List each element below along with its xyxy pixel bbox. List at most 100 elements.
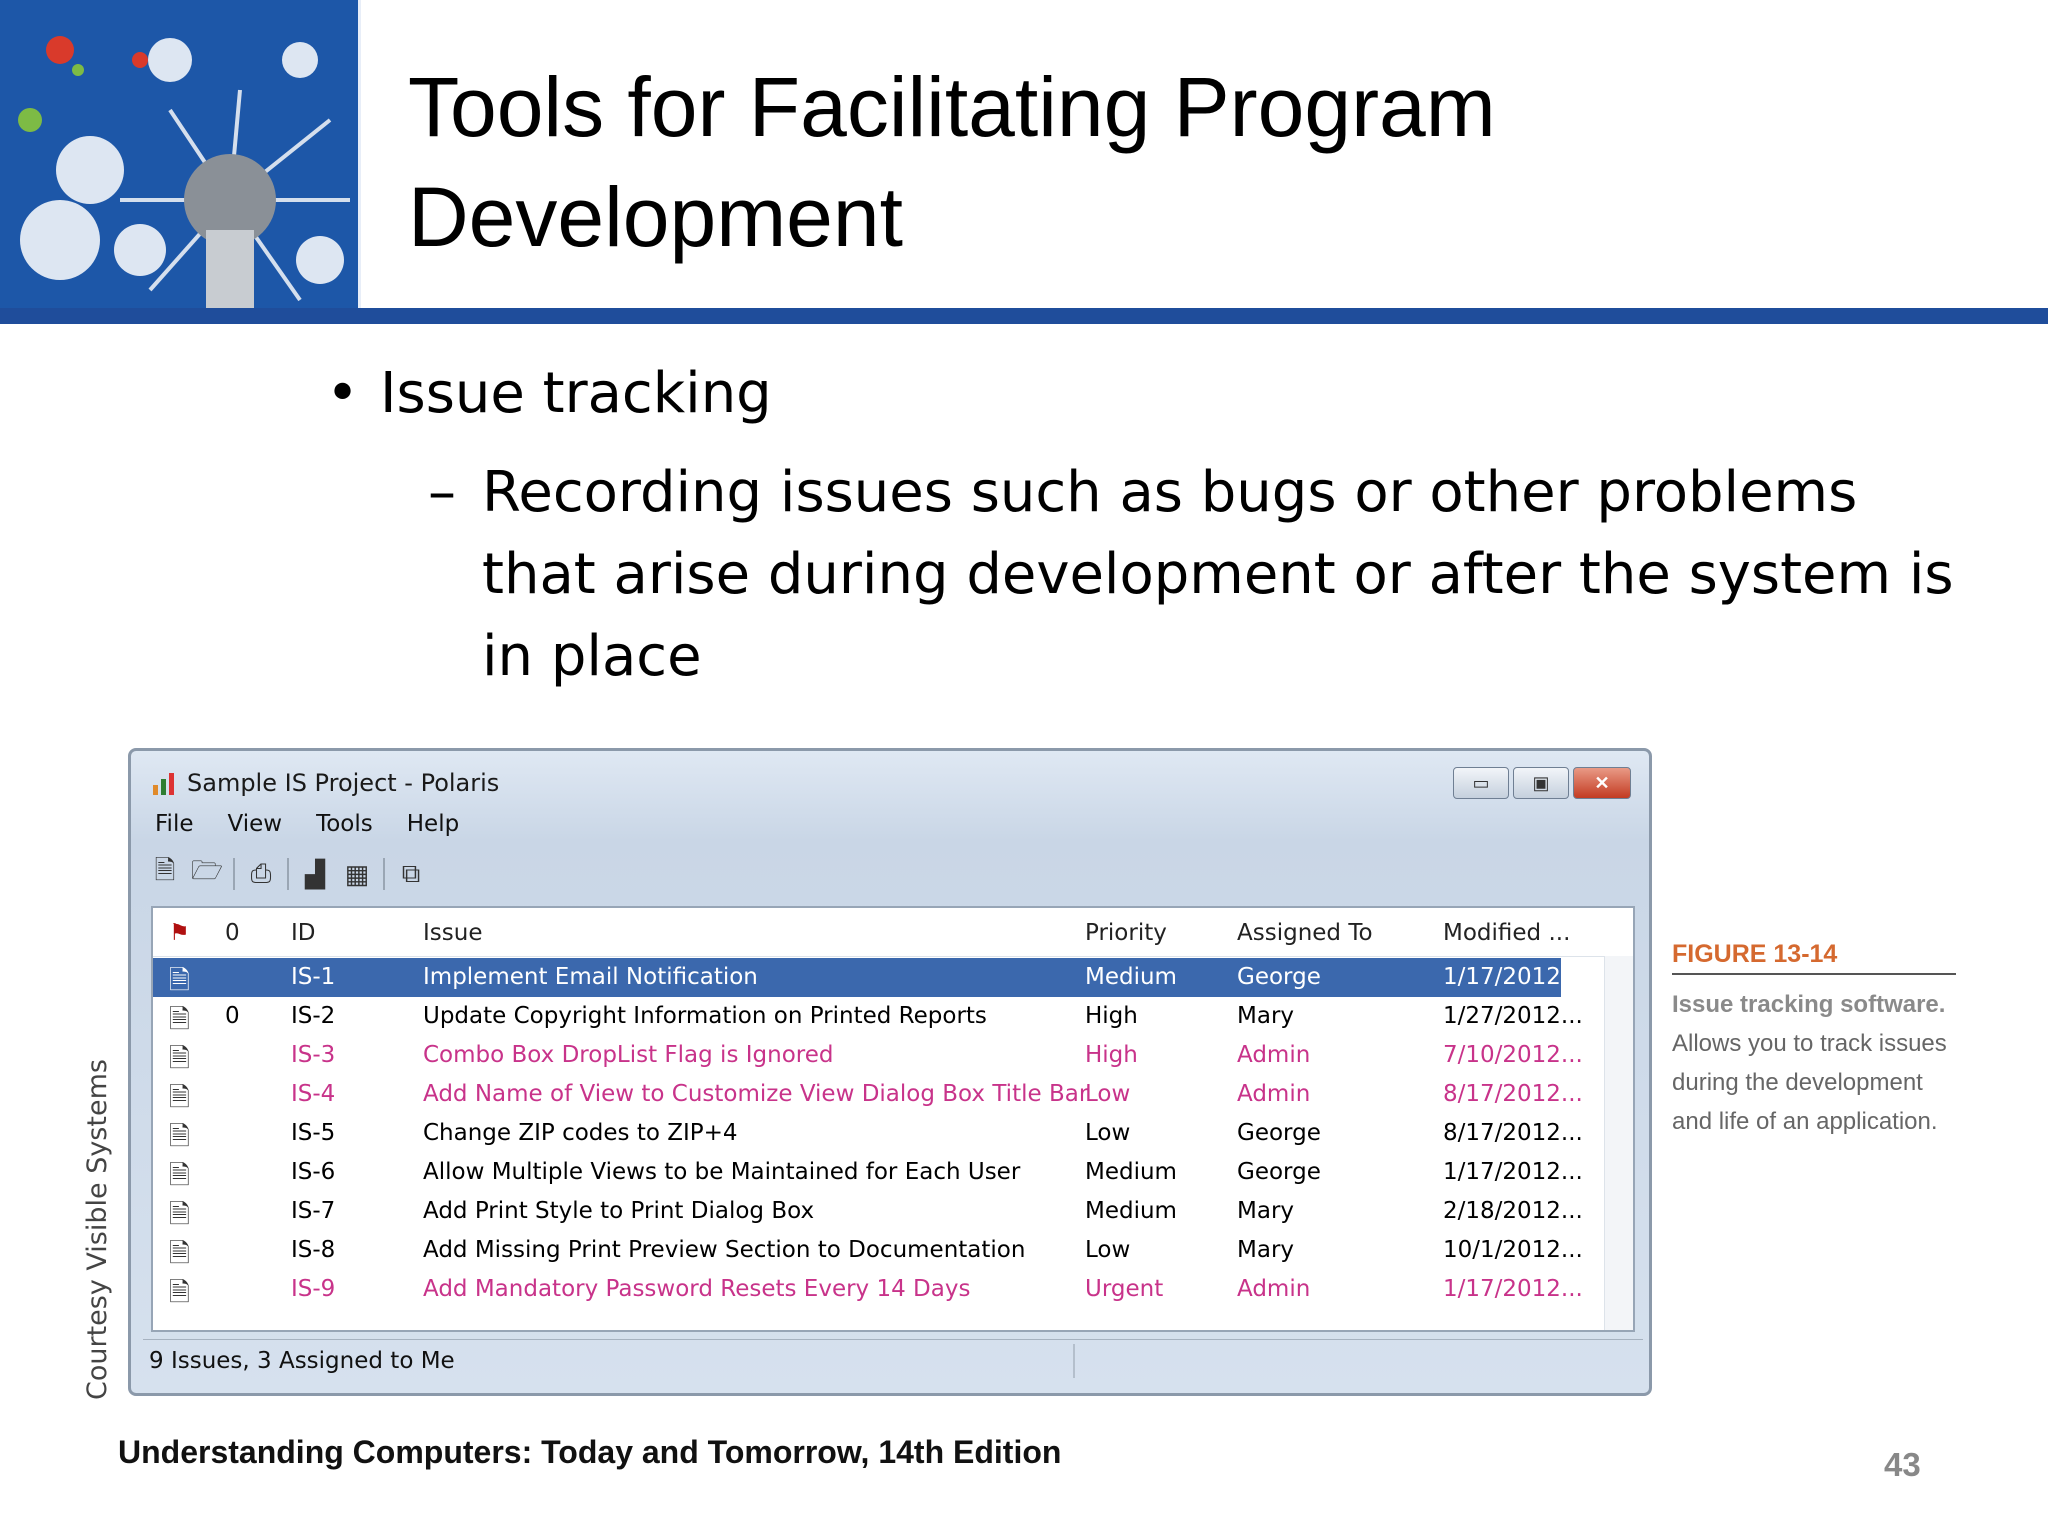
caption-bold: Issue tracking software. bbox=[1672, 991, 1946, 1018]
issue-cell-assigned: George bbox=[1237, 1159, 1321, 1185]
issue-cell-assigned: Mary bbox=[1237, 1237, 1295, 1263]
window-title: Sample IS Project - Polaris bbox=[187, 769, 500, 797]
bullet-item: • Issue tracking bbox=[326, 356, 772, 432]
issue-cell-issue: Combo Box DropList Flag is Ignored bbox=[423, 1042, 834, 1068]
table-row[interactable]: 🗎 IS-7 Add Print Style to Print Dialog Box… bbox=[153, 1192, 1633, 1231]
status-divider bbox=[1073, 1344, 1075, 1378]
issue-cell-assigned: Admin bbox=[1237, 1042, 1311, 1068]
caption-rest: Allows you to track issues during the de… bbox=[1672, 1030, 1947, 1135]
priority-column-header[interactable]: Priority bbox=[1085, 920, 1167, 946]
sub-bullet-item: – Recording issues such as bugs or other… bbox=[428, 452, 1968, 698]
status-bar: 9 Issues, 3 Assigned to Me bbox=[143, 1339, 1643, 1382]
issue-cell-modified: 8/17/2012... bbox=[1443, 1081, 1583, 1107]
issue-cell-priority: Urgent bbox=[1085, 1276, 1164, 1302]
attachment-column-header[interactable]: 0 bbox=[225, 920, 240, 946]
issue-cell-priority: Medium bbox=[1085, 1159, 1177, 1185]
issue-cell-issue: Add Name of View to Customize View Dialo… bbox=[423, 1081, 1089, 1107]
table-row[interactable]: 🗎 IS-9 Add Mandatory Password Resets Every… bbox=[153, 1270, 1633, 1309]
issue-cell-issue: Add Missing Print Preview Section to Doc… bbox=[423, 1237, 1026, 1263]
maximize-button[interactable]: ▣ bbox=[1513, 767, 1569, 799]
issue-cell-assigned: Admin bbox=[1237, 1276, 1311, 1302]
issue-list: ⚑ 0 ID Issue Priority Assigned To Modifi… bbox=[151, 906, 1635, 1332]
modified-column-header[interactable]: Modified ... bbox=[1443, 920, 1570, 946]
issue-column-header[interactable]: Issue bbox=[423, 920, 482, 946]
table-row[interactable]: 🗎 IS-5 Change ZIP codes to ZIP+4 Low George 8… bbox=[153, 1114, 1633, 1153]
window-controls: ▭ ▣ ✕ bbox=[1453, 767, 1631, 799]
issue-cell-modified: 1/27/2012... bbox=[1443, 1003, 1583, 1029]
issue-cell-priority: Low bbox=[1085, 1081, 1131, 1107]
issue-cell-issue: Change ZIP codes to ZIP+4 bbox=[423, 1120, 738, 1146]
menu-view[interactable]: View bbox=[216, 811, 297, 845]
chart-icon[interactable]: ▟ bbox=[299, 858, 331, 890]
open-folder-icon[interactable]: 🗁 bbox=[191, 855, 223, 890]
table-row[interactable]: 🗎 0 IS-2 Update Copyright Information on Pr… bbox=[153, 997, 1633, 1036]
issue-cell-issue: Allow Multiple Views to be Maintained fo… bbox=[423, 1159, 1021, 1185]
issue-cell-modified: 2/18/2012... bbox=[1443, 1198, 1583, 1224]
slide-title-line-1: Tools for Facilitating Program bbox=[408, 60, 1496, 154]
issue-cell-id: IS-6 bbox=[291, 1159, 336, 1185]
issue-cell-id: IS-7 bbox=[291, 1198, 336, 1224]
issue-tracker-window: Sample IS Project - Polaris ▭ ▣ ✕ File V… bbox=[128, 748, 1652, 1396]
menu-bar: File View Tools Help bbox=[143, 811, 473, 845]
figure-caption: FIGURE 13-14 Issue tracking software. Al… bbox=[1672, 940, 1962, 1141]
issue-cell-id: IS-4 bbox=[291, 1081, 336, 1107]
properties-icon[interactable]: ⧉ bbox=[395, 858, 427, 890]
slide-title-line-2: Development bbox=[408, 170, 903, 264]
issue-cell-priority: Low bbox=[1085, 1237, 1131, 1263]
issue-cell-assigned: Admin bbox=[1237, 1081, 1311, 1107]
toolbar: 🗎 🗁 ⎙ ▟ ▦ ⧉ bbox=[149, 853, 427, 895]
issue-cell-modified: 1/17/2012... bbox=[1443, 1276, 1583, 1302]
table-row[interactable]: 🗎 IS-1 Implement Email Notification Medium G… bbox=[153, 958, 1583, 997]
issue-cell-assigned: Mary bbox=[1237, 1198, 1295, 1224]
issue-cell-priority: Medium bbox=[1085, 964, 1177, 990]
issue-cell-id: IS-2 bbox=[291, 1003, 336, 1029]
issue-cell-modified: 7/10/2012... bbox=[1443, 1042, 1583, 1068]
figure-caption-text: Issue tracking software. Allows you to t… bbox=[1672, 985, 1962, 1141]
issue-cell-id: IS-5 bbox=[291, 1120, 336, 1146]
issue-cell-priority: High bbox=[1085, 1042, 1138, 1068]
issue-cell-attach: 0 bbox=[225, 1003, 240, 1029]
issue-list-header: ⚑ 0 ID Issue Priority Assigned To Modifi… bbox=[153, 908, 1633, 957]
issue-cell-id: IS-3 bbox=[291, 1042, 336, 1068]
issue-cell-issue: Add Print Style to Print Dialog Box bbox=[423, 1198, 815, 1224]
issue-cell-assigned: Mary bbox=[1237, 1003, 1295, 1029]
dandelion-illustration bbox=[0, 0, 360, 308]
logo-divider bbox=[358, 0, 361, 308]
menu-help[interactable]: Help bbox=[395, 811, 473, 845]
bullet-dot: • bbox=[326, 361, 360, 426]
issue-cell-id: IS-1 bbox=[291, 964, 336, 990]
assigned-column-header[interactable]: Assigned To bbox=[1237, 920, 1373, 946]
issue-cell-modified: 1/17/2012... bbox=[1443, 1159, 1583, 1185]
toolbar-separator bbox=[287, 858, 289, 890]
issue-cell-id: IS-9 bbox=[291, 1276, 336, 1302]
issue-cell-modified: 1/17/2012... bbox=[1443, 964, 1583, 990]
issue-cell-issue: Implement Email Notification bbox=[423, 964, 758, 990]
menu-tools[interactable]: Tools bbox=[304, 811, 387, 845]
table-row[interactable]: 🗎 IS-8 Add Missing Print Preview Section t… bbox=[153, 1231, 1633, 1270]
table-row[interactable]: 🗎 IS-3 Combo Box DropList Flag is Ignored H… bbox=[153, 1036, 1633, 1075]
figure-label: FIGURE 13-14 bbox=[1672, 940, 1956, 975]
flag-column-icon[interactable]: ⚑ bbox=[169, 920, 190, 946]
table-row[interactable]: 🗎 IS-4 Add Name of View to Customize View … bbox=[153, 1075, 1633, 1114]
image-credit-text: Courtesy Visible Systems bbox=[82, 1059, 113, 1400]
close-button[interactable]: ✕ bbox=[1573, 767, 1631, 799]
toolbar-separator bbox=[383, 858, 385, 890]
minimize-button[interactable]: ▭ bbox=[1453, 767, 1509, 799]
slide-title: Tools for Facilitating Program Developme… bbox=[408, 52, 1968, 272]
table-row[interactable]: 🗎 IS-6 Allow Multiple Views to be Maintain… bbox=[153, 1153, 1633, 1192]
menu-file[interactable]: File bbox=[143, 811, 208, 845]
issue-cell-id: IS-8 bbox=[291, 1237, 336, 1263]
issue-icon: 🗎 bbox=[169, 1277, 190, 1307]
issue-cell-issue: Add Mandatory Password Resets Every 14 D… bbox=[423, 1276, 971, 1302]
sub-bullet-text: Recording issues such as bugs or other p… bbox=[482, 460, 1954, 689]
table-icon[interactable]: ▦ bbox=[341, 858, 373, 890]
issue-cell-issue: Update Copyright Information on Printed … bbox=[423, 1003, 987, 1029]
issue-cell-priority: Low bbox=[1085, 1120, 1131, 1146]
issue-cell-assigned: George bbox=[1237, 964, 1321, 990]
print-icon[interactable]: ⎙ bbox=[245, 858, 277, 890]
id-column-header[interactable]: ID bbox=[291, 920, 316, 946]
new-issue-icon[interactable]: 🗎 bbox=[149, 855, 181, 890]
status-text: 9 Issues, 3 Assigned to Me bbox=[149, 1348, 455, 1374]
bullet-text: Issue tracking bbox=[380, 361, 772, 426]
issue-cell-assigned: George bbox=[1237, 1120, 1321, 1146]
